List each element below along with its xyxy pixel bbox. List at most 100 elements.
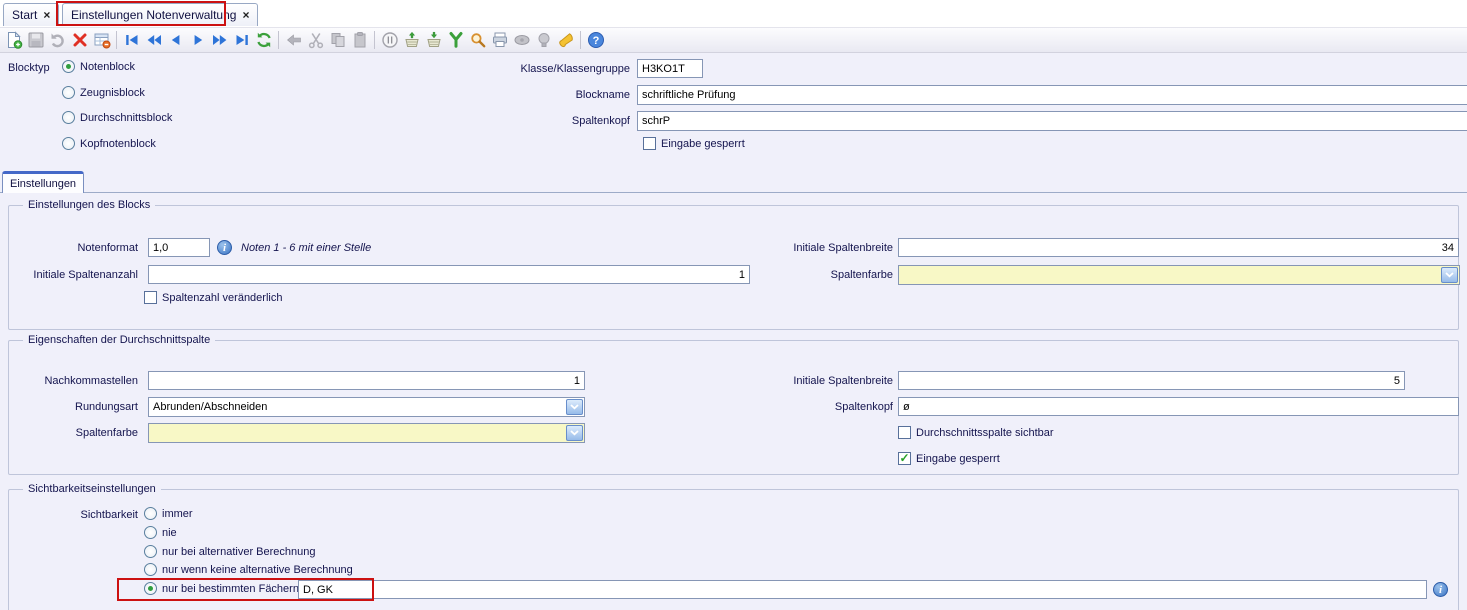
tab-label: Einstellungen <box>10 178 76 190</box>
notenformat-label: Notenformat <box>0 242 138 254</box>
sichtbarkeit-label: Sichtbarkeit <box>0 509 138 521</box>
radio-zeugnisblock[interactable]: Zeugnisblock <box>62 86 145 99</box>
new-record-icon[interactable] <box>3 30 24 51</box>
spaltenfarbe-label: Spaltenfarbe <box>700 269 893 281</box>
checkbox-icon[interactable] <box>144 291 157 304</box>
avg-spaltenbreite-label: Initiale Spaltenbreite <box>700 375 893 387</box>
toolbar-separator <box>374 31 375 49</box>
tab-einstellungen-notenverwaltung[interactable]: Einstellungen Notenverwaltung × <box>62 3 258 26</box>
avg-spaltenkopf-input[interactable] <box>898 397 1459 416</box>
radio-label: Notenblock <box>80 61 135 73</box>
klasse-label: Klasse/Klassengruppe <box>400 63 630 75</box>
faecher-input[interactable] <box>298 580 1427 599</box>
nachkommastellen-input[interactable] <box>148 371 585 390</box>
radio-icon[interactable] <box>144 545 157 558</box>
radio-label: Kopfnotenblock <box>80 138 156 150</box>
spaltenanzahl-input[interactable] <box>148 265 750 284</box>
klasse-input[interactable] <box>637 59 703 78</box>
checkbox-checked-icon[interactable]: ✓ <box>898 452 911 465</box>
toolbar-separator <box>278 31 279 49</box>
radio-icon[interactable] <box>62 137 75 150</box>
checkbox-label: Durchschnittsspalte sichtbar <box>916 427 1054 439</box>
import-basket-icon[interactable] <box>401 30 422 51</box>
app-window: Start × Einstellungen Notenverwaltung × <box>0 0 1467 610</box>
radio-label: nur wenn keine alternative Berechnung <box>162 564 353 576</box>
checkbox-icon[interactable] <box>898 426 911 439</box>
chevron-down-icon[interactable] <box>566 399 583 415</box>
avg-spaltenbreite-input[interactable] <box>898 371 1405 390</box>
radio-immer[interactable]: immer <box>144 507 193 520</box>
print-icon[interactable] <box>489 30 510 51</box>
help-icon[interactable]: ? <box>585 30 606 51</box>
back-arrow-icon[interactable] <box>283 30 304 51</box>
info-icon[interactable]: i <box>217 240 232 255</box>
eingabe-gesperrt-checkbox[interactable]: Eingabe gesperrt <box>643 137 745 150</box>
document-tabbar: Start × Einstellungen Notenverwaltung × <box>0 0 1467 27</box>
nav-prev-icon[interactable] <box>165 30 186 51</box>
nav-next-fast-icon[interactable] <box>209 30 230 51</box>
avg-spaltenfarbe-label: Spaltenfarbe <box>0 427 138 439</box>
paste-icon[interactable] <box>349 30 370 51</box>
edit-form-icon[interactable] <box>91 30 112 51</box>
radio-label: nur bei bestimmten Fächern: <box>162 583 302 595</box>
svg-text:?: ? <box>592 35 599 47</box>
cut-icon[interactable] <box>305 30 326 51</box>
radio-kopfnotenblock[interactable]: Kopfnotenblock <box>62 137 156 150</box>
save-icon[interactable] <box>25 30 46 51</box>
blockname-input[interactable] <box>637 85 1467 105</box>
nachkommastellen-label: Nachkommastellen <box>0 375 138 387</box>
copy-icon[interactable] <box>327 30 348 51</box>
spaltenkopf-label: Spaltenkopf <box>400 115 630 127</box>
tab-einstellungen[interactable]: Einstellungen <box>2 171 84 193</box>
chevron-down-icon[interactable] <box>1441 267 1458 283</box>
durchschnittsspalte-sichtbar-checkbox[interactable]: Durchschnittsspalte sichtbar <box>898 426 1054 439</box>
spaltenanzahl-label: Initiale Spaltenanzahl <box>0 269 138 281</box>
notenformat-input[interactable] <box>148 238 210 257</box>
toolbar-separator <box>580 31 581 49</box>
undo-icon[interactable] <box>47 30 68 51</box>
nav-next-icon[interactable] <box>187 30 208 51</box>
radio-icon[interactable] <box>62 111 75 124</box>
spaltenfarbe-combo[interactable] <box>898 265 1460 285</box>
nav-first-icon[interactable] <box>121 30 142 51</box>
tab-settings-label: Einstellungen Notenverwaltung <box>71 8 236 22</box>
close-icon[interactable]: × <box>242 8 249 22</box>
bulb-icon[interactable] <box>533 30 554 51</box>
eye-icon[interactable] <box>511 30 532 51</box>
radio-nur-bei-bestimmten-faechern[interactable]: nur bei bestimmten Fächern: <box>144 582 302 595</box>
chevron-down-icon[interactable] <box>566 425 583 441</box>
search-icon[interactable] <box>467 30 488 51</box>
radio-nur-wenn-keine-alternative-berechnung[interactable]: nur wenn keine alternative Berechnung <box>144 563 353 576</box>
delete-icon[interactable] <box>69 30 90 51</box>
avg-spaltenfarbe-combo[interactable] <box>148 423 585 443</box>
radio-icon[interactable] <box>144 582 157 595</box>
spaltenbreite-input[interactable] <box>898 238 1459 257</box>
radio-icon[interactable] <box>62 86 75 99</box>
radio-durchschnittsblock[interactable]: Durchschnittsblock <box>62 111 172 124</box>
pin-icon[interactable] <box>379 30 400 51</box>
checkbox-icon[interactable] <box>643 137 656 150</box>
radio-icon[interactable] <box>144 526 157 539</box>
toolbar-separator <box>116 31 117 49</box>
radio-nie[interactable]: nie <box>144 526 177 539</box>
spaltenkopf-input[interactable] <box>637 111 1467 131</box>
radio-icon[interactable] <box>144 563 157 576</box>
nav-prev-fast-icon[interactable] <box>143 30 164 51</box>
radio-notenblock[interactable]: Notenblock <box>62 60 135 73</box>
rundungsart-label: Rundungsart <box>0 401 138 413</box>
tab-start[interactable]: Start × <box>3 3 59 26</box>
radio-nur-bei-alternativer-berechnung[interactable]: nur bei alternativer Berechnung <box>144 545 315 558</box>
nav-last-icon[interactable] <box>231 30 252 51</box>
close-icon[interactable]: × <box>43 8 50 22</box>
rundungsart-combo[interactable]: Abrunden/Abschneiden <box>148 397 585 417</box>
avg-eingabe-gesperrt-checkbox[interactable]: ✓ Eingabe gesperrt <box>898 452 1000 465</box>
info-icon[interactable]: i <box>1433 582 1448 597</box>
radio-icon[interactable] <box>144 507 157 520</box>
radio-icon[interactable] <box>62 60 75 73</box>
filter-icon[interactable] <box>445 30 466 51</box>
refresh-icon[interactable] <box>253 30 274 51</box>
export-basket-icon[interactable] <box>423 30 444 51</box>
spaltenzahl-veraenderlich-checkbox[interactable]: Spaltenzahl veränderlich <box>144 291 282 304</box>
horn-icon[interactable] <box>555 30 576 51</box>
group-title: Sichtbarkeitseinstellungen <box>23 483 161 495</box>
